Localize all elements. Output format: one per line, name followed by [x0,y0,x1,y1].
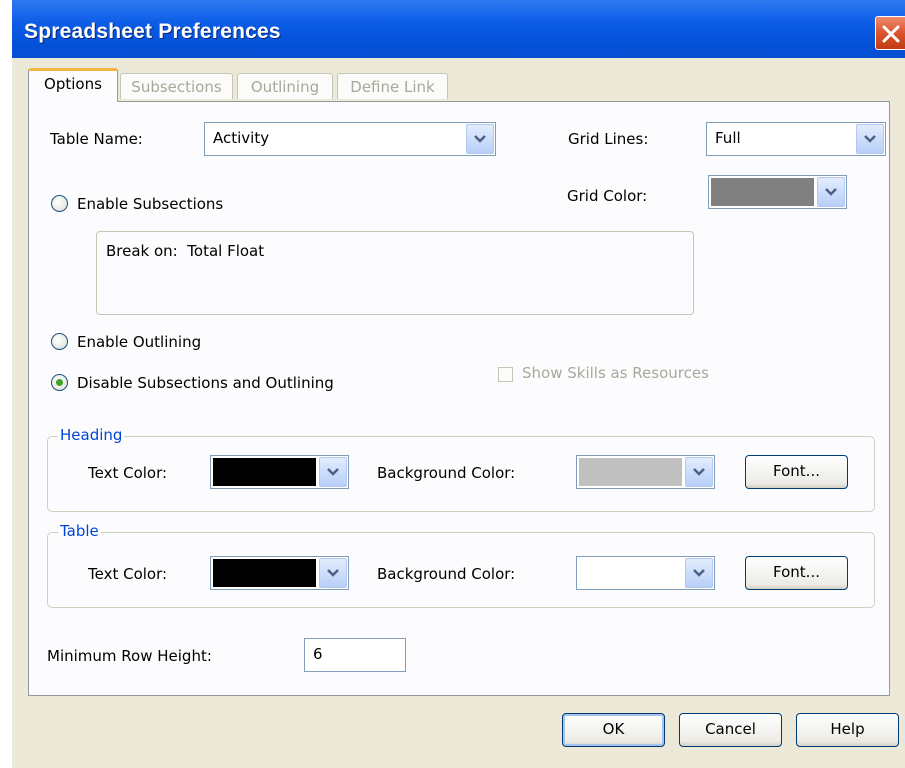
cancel-button[interactable]: Cancel [679,713,782,747]
dropdown-button[interactable] [685,558,713,588]
enable-subsections-radio[interactable] [51,195,68,212]
tab-label: Outlining [250,78,320,96]
table-font-button[interactable]: Font... [745,556,848,590]
table-background-color-select[interactable] [576,556,715,590]
min-row-height-value: 6 [313,645,323,663]
heading-text-color-swatch [213,458,316,486]
dropdown-button[interactable] [319,457,347,487]
chevron-down-icon [693,569,705,577]
tab-label: Define Link [350,78,435,96]
chevron-down-icon [327,468,339,476]
grid-lines-label: Grid Lines: [568,130,649,148]
heading-background-color-label: Background Color: [377,464,516,482]
show-skills-label: Show Skills as Resources [522,364,709,382]
table-name-select[interactable]: Activity [204,122,496,156]
break-on-text: Break on: Total Float [106,242,265,260]
table-background-color-swatch [579,559,682,587]
enable-subsections-label[interactable]: Enable Subsections [77,195,223,213]
dropdown-button[interactable] [466,124,494,154]
help-button[interactable]: Help [796,713,899,747]
tab-options[interactable]: Options [28,68,118,102]
chevron-down-icon [864,135,876,143]
tab-outlining[interactable]: Outlining [237,73,333,99]
title-bar[interactable]: Spreadsheet Preferences [12,0,905,66]
dropdown-button[interactable] [856,124,884,154]
heading-background-color-select[interactable] [576,455,715,489]
min-row-height-label: Minimum Row Height: [47,647,212,665]
table-background-color-label: Background Color: [377,565,516,583]
enable-outlining-label[interactable]: Enable Outlining [77,333,201,351]
grid-color-select[interactable] [708,175,847,209]
chevron-down-icon [474,135,486,143]
tab-label: Subsections [131,78,222,96]
grid-color-label: Grid Color: [567,187,648,205]
table-text-color-swatch [213,559,316,587]
chevron-down-icon [693,468,705,476]
heading-text-color-select[interactable] [210,455,349,489]
table-group-title: Table [58,522,101,540]
heading-font-button[interactable]: Font... [745,455,848,489]
dialog-window: Spreadsheet Preferences Options Subsecti… [12,0,905,768]
dropdown-button[interactable] [319,558,347,588]
close-button[interactable] [875,16,905,50]
close-icon [882,25,900,43]
heading-text-color-label: Text Color: [88,464,168,482]
grid-color-swatch [711,178,814,206]
radio-selected-dot [56,379,63,386]
dropdown-button[interactable] [685,457,713,487]
tab-define-link[interactable]: Define Link [337,73,448,99]
ok-button[interactable]: OK [562,713,665,747]
heading-background-color-swatch [579,458,682,486]
break-on-box: Break on: Total Float [96,231,694,315]
tab-subsections[interactable]: Subsections [120,73,233,99]
enable-outlining-radio[interactable] [51,333,68,350]
grid-lines-select[interactable]: Full [706,122,886,156]
min-row-height-input[interactable]: 6 [304,638,406,672]
table-name-label: Table Name: [50,130,143,148]
chevron-down-icon [327,569,339,577]
table-text-color-label: Text Color: [88,565,168,583]
disable-subsections-outlining-radio[interactable] [51,374,68,391]
window-title: Spreadsheet Preferences [24,20,281,43]
dropdown-button[interactable] [817,177,845,207]
table-name-value: Activity [213,129,270,147]
heading-group-title: Heading [58,426,125,444]
table-text-color-select[interactable] [210,556,349,590]
tab-label: Options [44,75,102,93]
options-panel: Table Name: Activity Grid Lines: Full Gr… [28,101,890,696]
dialog-client: Options Subsections Outlining Define Lin… [12,58,905,768]
grid-lines-value: Full [715,129,741,147]
disable-subsections-outlining-label[interactable]: Disable Subsections and Outlining [77,374,334,392]
chevron-down-icon [825,188,837,196]
show-skills-checkbox[interactable] [498,367,513,382]
